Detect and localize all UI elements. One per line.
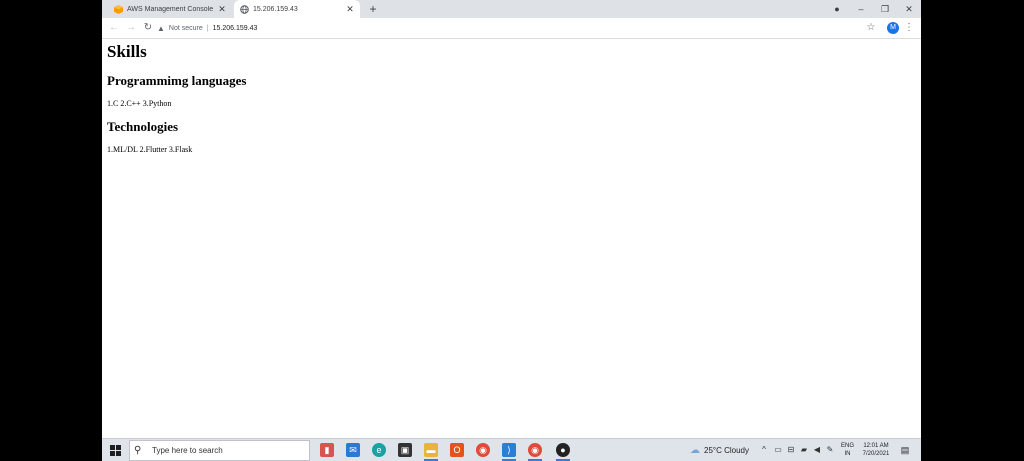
tab-active-page[interactable]: 15.206.159.43 ✕ [234, 0, 360, 18]
separator: | [206, 24, 209, 32]
globe-icon [240, 4, 249, 14]
aws-cube-icon [114, 4, 123, 14]
profile-avatar[interactable]: M [887, 22, 899, 34]
file-explorer-icon[interactable]: ▬ [424, 443, 438, 457]
menu-kebab-icon[interactable]: ⋮ [904, 21, 914, 35]
store-icon[interactable]: ▣ [398, 443, 412, 457]
taskbar-search-box[interactable]: ⚲ Type here to search [129, 440, 310, 461]
battery-icon[interactable]: ▰ [799, 443, 809, 457]
system-clock[interactable]: 12:01 AM 7/20/2021 [860, 442, 892, 458]
security-status: Not secure [168, 24, 203, 32]
section-heading-technologies: Technologies [107, 119, 179, 134]
clock-date: 7/20/2021 [862, 451, 890, 457]
mail-icon[interactable]: ✉ [346, 443, 360, 457]
browser-toolbar: ← → ↻ ▲ Not secure | 15.206.159.43 ☆ M ⋮ [102, 18, 921, 39]
network-icon[interactable]: ▭ [773, 443, 783, 457]
tab-title: 15.206.159.43 [253, 5, 298, 13]
chrome-icon[interactable]: ◉ [528, 443, 542, 457]
weather-text: 25°C Cloudy [704, 446, 749, 455]
language-code: ENG [841, 443, 855, 449]
usb-icon[interactable]: ⊟ [786, 443, 796, 457]
back-arrow-icon[interactable]: ← [107, 21, 121, 35]
github-icon[interactable]: ● [556, 443, 570, 457]
search-icon: ⚲ [134, 445, 142, 456]
tab-aws-console[interactable]: AWS Management Console ✕ [108, 0, 232, 18]
cloud-icon: ☁ [690, 445, 700, 456]
chrome-icon[interactable]: ◉ [476, 443, 490, 457]
pen-icon[interactable]: ✎ [825, 443, 835, 457]
windows-start-icon[interactable] [110, 445, 121, 456]
notification-center-icon[interactable]: ▤ [899, 444, 911, 456]
office-icon[interactable]: O [450, 443, 464, 457]
browser-tab-strip: AWS Management Console ✕ 15.206.159.43 ✕… [102, 0, 921, 18]
edge-icon[interactable]: e [372, 443, 386, 457]
restore-button[interactable]: ❐ [878, 2, 892, 16]
section-heading-languages: Programmimg languages [107, 73, 247, 88]
web-page-content: Skills Programmimg languages 1.C 2.C++ 3… [102, 39, 921, 438]
task-view-icon[interactable]: ▮ [320, 443, 334, 457]
forward-arrow-icon[interactable]: → [124, 21, 138, 35]
profile-record-icon[interactable]: ● [830, 2, 844, 16]
clock-time: 12:01 AM [863, 443, 889, 449]
tab-title: AWS Management Console [127, 5, 214, 13]
reload-icon[interactable]: ↻ [141, 21, 155, 35]
screen: AWS Management Console ✕ 15.206.159.43 ✕… [102, 0, 921, 461]
vscode-icon[interactable]: ⟩ [502, 443, 516, 457]
weather-widget[interactable]: ☁ 25°C Cloudy [690, 439, 749, 461]
url-text: 15.206.159.43 [212, 24, 258, 32]
minimize-button[interactable]: – [854, 2, 868, 16]
windows-taskbar: ⚲ Type here to search ▮ ✉ e ▣ ▬ O ◉ ⟩ ◉ … [102, 438, 921, 461]
close-tab-icon[interactable]: ✕ [345, 4, 355, 15]
language-indicator[interactable]: ENG IN [841, 442, 854, 458]
search-placeholder: Type here to search [152, 446, 223, 455]
region-code: IN [844, 451, 851, 457]
volume-icon[interactable]: ◀ [812, 443, 822, 457]
new-tab-button[interactable]: + [366, 2, 380, 16]
address-bar[interactable]: ▲ Not secure | 15.206.159.43 [157, 21, 877, 35]
chevron-up-icon[interactable]: ^ [759, 443, 769, 457]
section-text-languages: 1.C 2.C++ 3.Python [107, 99, 172, 108]
close-tab-icon[interactable]: ✕ [217, 4, 227, 15]
bookmark-star-icon[interactable]: ☆ [865, 21, 877, 35]
page-heading: Skills [107, 42, 147, 61]
section-text-technologies: 1.ML/DL 2.Flutter 3.Flask [107, 145, 193, 154]
close-window-button[interactable]: ✕ [902, 2, 916, 16]
warning-triangle-icon[interactable]: ▲ [157, 24, 165, 33]
